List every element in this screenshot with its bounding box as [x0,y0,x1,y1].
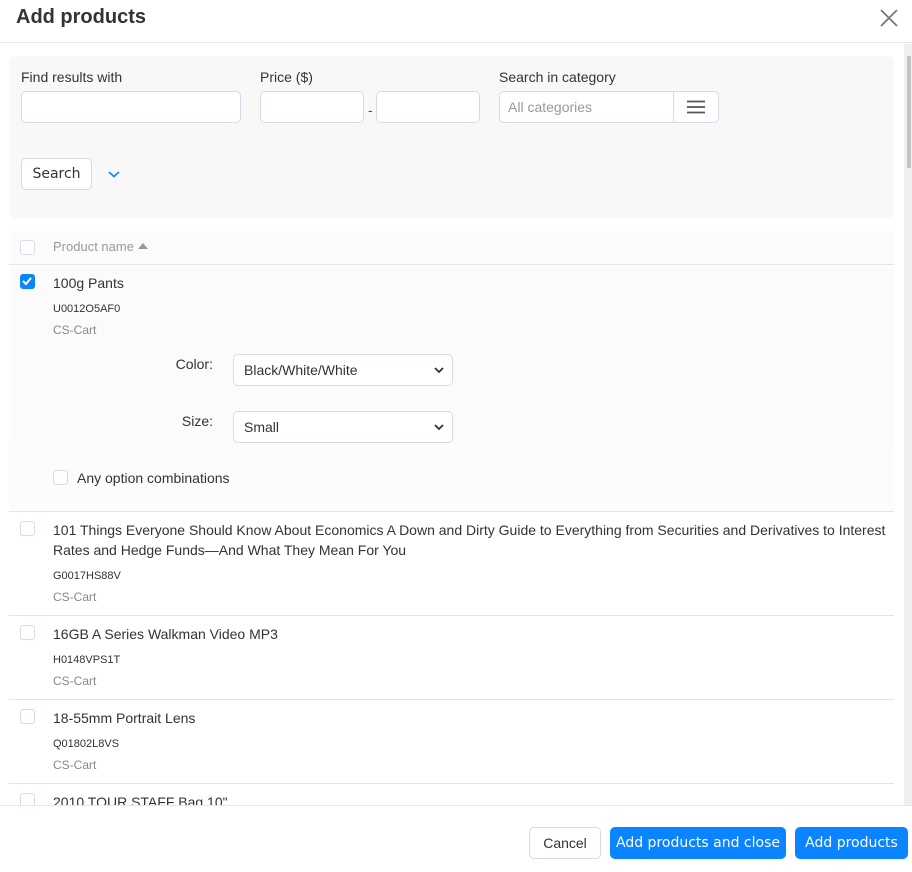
option-select-size[interactable]: Small [233,411,453,443]
product-code: Q01802L8VS [53,738,120,750]
option-select-value: Black/White/White [244,362,358,378]
table-row: 18-55mm Portrait Lens Q01802L8VS CS-Cart [9,701,894,784]
advanced-search-toggle[interactable] [107,166,121,178]
chevron-down-icon [434,367,444,374]
category-label: Search in category [499,69,616,85]
scrollbar[interactable] [904,44,912,805]
cancel-button[interactable]: Cancel [529,827,601,859]
option-select-color[interactable]: Black/White/White [233,354,453,386]
dialog-title: Add products [16,6,146,28]
table-row: 101 Things Everyone Should Know About Ec… [9,513,894,616]
sort-asc-icon [137,243,148,249]
product-code: U0012O5AF0 [53,303,121,315]
product-vendor: CS-Cart [53,674,97,688]
product-name[interactable]: 2010 TOUR STAFF Bag 10" [53,792,893,805]
row-checkbox[interactable] [20,521,35,536]
add-products-button[interactable]: Add products [795,827,908,859]
column-header-label: Product name [53,239,134,254]
price-label: Price ($) [260,69,313,85]
product-code: H0148VPS1T [53,654,121,666]
column-header-product-name[interactable]: Product name [53,239,148,254]
row-checkbox[interactable] [20,709,35,724]
product-name[interactable]: 16GB A Series Walkman Video MP3 [53,624,893,644]
any-option-label[interactable]: Any option combinations [77,470,230,486]
scrollbar-thumb[interactable] [907,56,911,168]
search-button[interactable]: Search [21,158,92,190]
checkmark-icon [22,277,32,286]
option-label-color: Color: [175,356,213,372]
chevron-down-icon [434,424,444,431]
table-row: 2010 TOUR STAFF Bag 10" [9,785,894,805]
product-name[interactable]: 18-55mm Portrait Lens [53,708,893,728]
row-checkbox[interactable] [20,625,35,640]
row-checkbox[interactable] [20,793,35,805]
product-name[interactable]: 100g Pants [53,273,893,293]
menu-icon [687,100,705,114]
select-all-checkbox[interactable] [20,240,35,255]
product-vendor: CS-Cart [53,323,97,337]
search-panel: Find results with Price ($) - Search in … [9,56,894,218]
category-input[interactable] [499,91,674,123]
find-results-input[interactable] [21,91,241,123]
table-row: 100g Pants U0012O5AF0 CS-Cart Color: Bla… [9,266,894,512]
category-picker-button[interactable] [673,91,719,123]
product-code: G0017HS88V [53,570,121,582]
add-products-and-close-button[interactable]: Add products and close [610,827,786,859]
row-checkbox[interactable] [20,274,35,289]
price-separator: - [368,102,373,118]
product-name[interactable]: 101 Things Everyone Should Know About Ec… [53,520,893,560]
dialog-footer: Cancel Add products and close Add produc… [0,805,912,872]
price-to-input[interactable] [376,91,480,123]
dialog-header: Add products [0,0,912,43]
product-vendor: CS-Cart [53,590,97,604]
find-results-label: Find results with [21,69,123,85]
dialog-body: Find results with Price ($) - Search in … [0,44,912,805]
any-option-checkbox[interactable] [53,470,68,485]
product-vendor: CS-Cart [53,758,97,772]
close-icon [880,9,898,27]
table-header: Product name [9,231,894,265]
close-button[interactable] [878,7,900,29]
chevron-down-icon [108,171,120,178]
option-label-size: Size: [181,413,213,429]
price-from-input[interactable] [260,91,364,123]
option-select-value: Small [244,419,280,435]
table-row: 16GB A Series Walkman Video MP3 H0148VPS… [9,617,894,700]
